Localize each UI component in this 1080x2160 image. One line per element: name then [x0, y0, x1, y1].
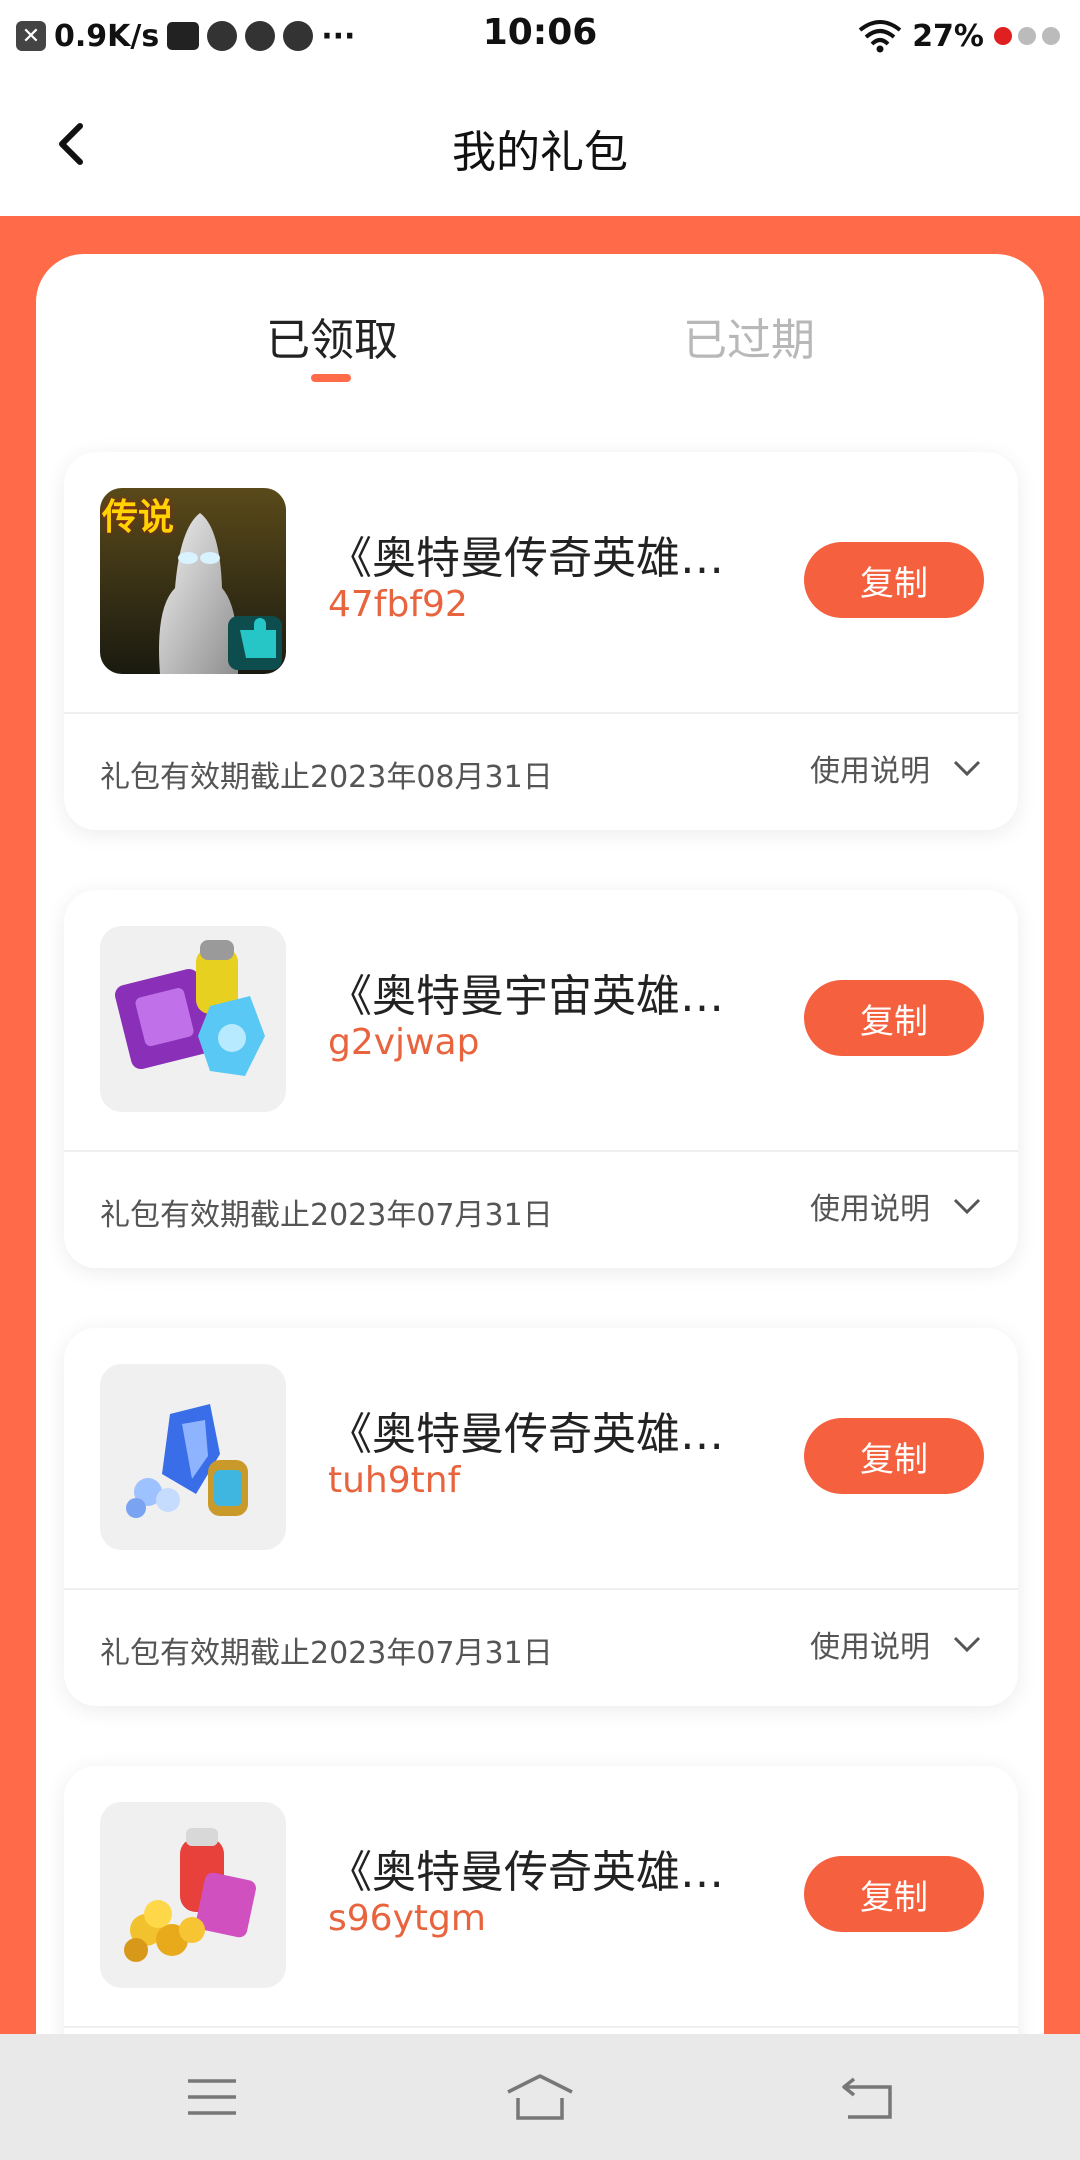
usage-label: 使用说明 — [810, 1630, 930, 1665]
game-thumbnail — [100, 1802, 286, 1988]
gift-code: g2vjwap — [328, 1022, 480, 1063]
app-icon — [283, 21, 314, 51]
gift-title: 《奥特曼宇宙英雄》礼包 — [328, 971, 728, 1022]
copy-button[interactable]: 复制 — [804, 1418, 984, 1494]
usage-label: 使用说明 — [810, 1192, 930, 1227]
network-speed: 0.9K/s — [54, 18, 160, 54]
page-title: 我的礼包 — [452, 127, 628, 178]
expiry-date: 礼包有效期截止2023年07月31日 — [100, 1636, 553, 1671]
gift-code: s96ytgm — [328, 1898, 486, 1939]
menu-icon — [188, 2079, 236, 2115]
gift-code: tuh9tnf — [328, 1460, 461, 1501]
status-right: 27% — [858, 14, 1060, 58]
mail-icon — [167, 22, 200, 50]
gift-card-footer: 礼包有效期截止2023年07月31日 使用说明 — [64, 1590, 1018, 1706]
gift-code: 47fbf92 — [328, 584, 468, 625]
status-left: ✕ 0.9K/s ··· — [16, 14, 355, 58]
game-thumbnail — [100, 1364, 286, 1550]
gift-title: 《奥特曼传奇英雄》礼包 — [328, 1409, 728, 1460]
gift-card: 《奥特曼宇宙英雄》礼包 g2vjwap 复制 礼包有效期截止2023年07月31… — [64, 890, 1018, 1268]
expiry-date: 礼包有效期截止2023年07月31日 — [100, 1198, 553, 1233]
status-bar: ✕ 0.9K/s ··· 10:06 27% — [0, 0, 1080, 72]
copy-button[interactable]: 复制 — [804, 542, 984, 618]
gift-card-main: 传说 《奥特曼传奇英雄》礼包 47fbf92 复制 — [64, 452, 1018, 712]
copy-button[interactable]: 复制 — [804, 980, 984, 1056]
gift-card-main: 《奥特曼传奇英雄》礼包 tuh9tnf 复制 — [64, 1328, 1018, 1588]
tab-bar: 已领取 已过期 — [36, 254, 1044, 414]
usage-label: 使用说明 — [810, 754, 930, 789]
chevron-down-icon — [952, 1629, 982, 1659]
gift-title: 《奥特曼传奇英雄》礼包 — [328, 533, 728, 584]
gift-card-main: 《奥特曼宇宙英雄》礼包 g2vjwap 复制 — [64, 890, 1018, 1150]
gift-card: 《奥特曼传奇英雄》礼包 tuh9tnf 复制 礼包有效期截止2023年07月31… — [64, 1328, 1018, 1706]
legend-badge: 传说 — [102, 497, 175, 538]
copy-button[interactable]: 复制 — [804, 1856, 984, 1932]
close-notification-icon: ✕ — [16, 21, 46, 51]
expiry-date: 礼包有效期截止2023年08月31日 — [100, 760, 553, 795]
tab-claimed[interactable]: 已领取 — [266, 304, 398, 368]
home-icon — [507, 2074, 573, 2120]
gift-card-main: 《奥特曼传奇英雄》礼包 s96ytgm 复制 — [64, 1766, 1018, 2026]
usage-instructions-toggle[interactable]: 使用说明 — [810, 746, 982, 790]
divider — [64, 2026, 1018, 2028]
gift-card: 传说 《奥特曼传奇英雄》礼包 47fbf92 复制 礼包有效期截止2023年08… — [64, 452, 1018, 830]
gift-title: 《奥特曼传奇英雄》礼包 — [328, 1847, 728, 1898]
back-nav-button[interactable] — [828, 2062, 908, 2132]
gift-panel: 已领取 已过期 传说 《奥特曼传奇英雄》 47fbf92 复制 礼包有效期截止2… — [36, 254, 1044, 2154]
fan-icon — [207, 21, 238, 51]
game-thumbnail: 传说 — [100, 488, 286, 674]
gift-card-footer: 礼包有效期截止2023年08月31日 使用说明 — [64, 714, 1018, 830]
game-thumbnail — [100, 926, 286, 1112]
system-nav-bar — [0, 2034, 1080, 2160]
wifi-icon — [858, 20, 902, 53]
usage-instructions-toggle[interactable]: 使用说明 — [810, 1622, 982, 1666]
menu-button[interactable] — [172, 2062, 252, 2132]
gift-card-footer: 礼包有效期截止2023年07月31日 使用说明 — [64, 1152, 1018, 1268]
chevron-down-icon — [952, 753, 982, 783]
active-tab-indicator — [311, 374, 351, 382]
battery-level: 27% — [912, 18, 984, 54]
usage-instructions-toggle[interactable]: 使用说明 — [810, 1184, 982, 1228]
chevron-down-icon — [952, 1191, 982, 1221]
return-icon — [842, 2077, 892, 2119]
header: 我的礼包 — [0, 72, 1080, 216]
home-button[interactable] — [500, 2062, 580, 2132]
battery-dots-icon — [994, 27, 1060, 45]
more-notifications: ··· — [321, 18, 356, 54]
planet-icon — [245, 21, 276, 51]
tab-expired[interactable]: 已过期 — [683, 304, 815, 368]
